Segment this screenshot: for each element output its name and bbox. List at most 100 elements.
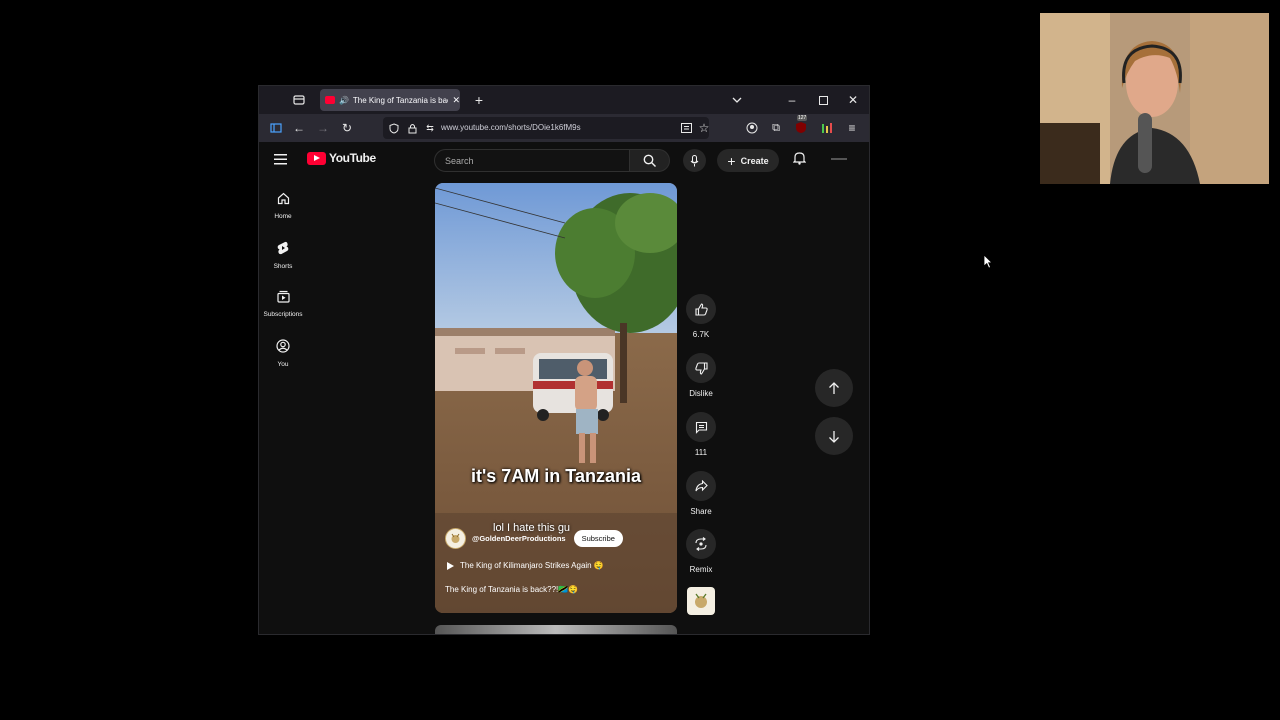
sidebar-item-shorts[interactable]: Shorts: [259, 241, 307, 270]
browser-window: 🔊 The King of Tanzania is back ✕ + – ✕ ←…: [258, 85, 870, 635]
notifications-bell-icon[interactable]: [792, 151, 807, 170]
avatar-loading-indicator: [831, 158, 847, 160]
remix-action[interactable]: Remix: [686, 529, 716, 574]
short-video-player[interactable]: it's 7AM in Tanzania lol I hate this gu …: [435, 183, 677, 613]
like-action[interactable]: 6.7K: [686, 294, 716, 339]
share-button[interactable]: [686, 471, 716, 501]
sidebar-item-label: Shorts: [273, 263, 293, 270]
remix-label: Remix: [689, 565, 713, 574]
reload-icon[interactable]: ↻: [338, 119, 356, 137]
shorts-icon: [277, 241, 289, 255]
like-count: 6.7K: [692, 330, 710, 339]
thumbs-down-icon: [694, 361, 708, 375]
previous-short-button[interactable]: [815, 369, 853, 407]
youtube-favicon-icon: [325, 96, 335, 104]
tab-list-icon[interactable]: [290, 91, 308, 109]
sidebar-item-subscriptions[interactable]: Subscriptions: [259, 290, 307, 318]
speaker-icon[interactable]: 🔊: [339, 96, 349, 105]
sidebar-toggle-icon[interactable]: [267, 119, 285, 137]
share-action[interactable]: Share: [686, 471, 716, 516]
thumbs-up-icon: [694, 302, 708, 316]
share-label: Share: [690, 507, 712, 516]
close-tab-icon[interactable]: ✕: [452, 95, 460, 106]
lock-icon[interactable]: [403, 119, 421, 137]
navigation-bar: ← → ↻ ⇆ www.youtube.com/shorts/DOie1k6fM…: [259, 114, 869, 142]
new-tab-icon[interactable]: +: [470, 91, 488, 109]
sidebar-item-label: Subscriptions: [263, 311, 303, 318]
deer-logo-icon: [451, 533, 460, 543]
tab-bar: 🔊 The King of Tanzania is back ✕ + – ✕: [259, 86, 869, 114]
search-placeholder: Search: [445, 156, 474, 166]
search-icon: [643, 154, 656, 167]
webcam-feed: [1040, 13, 1269, 184]
youtube-page: YouTube Search + Create Home Shorts Subs…: [259, 142, 869, 634]
extension-badge: 127: [797, 115, 808, 121]
home-icon: [277, 192, 289, 205]
mouse-cursor-icon: [983, 254, 993, 274]
next-short-button[interactable]: [815, 417, 853, 455]
sidebar-item-label: You: [277, 361, 289, 368]
youtube-logo-text: YouTube: [329, 151, 376, 165]
comment-icon: [695, 421, 707, 434]
forward-icon[interactable]: →: [314, 119, 332, 137]
subscriptions-icon: [276, 290, 290, 303]
menu-icon[interactable]: ≡: [843, 119, 861, 137]
bookmark-star-icon[interactable]: ☆: [695, 119, 713, 137]
equalizer-icon[interactable]: [818, 119, 836, 137]
channel-avatar[interactable]: [445, 527, 466, 549]
video-caption-main: it's 7AM in Tanzania: [471, 466, 641, 486]
youtube-logo[interactable]: YouTube: [307, 151, 376, 165]
sidebar-item-home[interactable]: Home: [259, 192, 307, 220]
dislike-button[interactable]: [686, 353, 716, 383]
next-short-preview[interactable]: [435, 625, 677, 634]
search-input[interactable]: Search: [434, 149, 630, 172]
dislike-label: Dislike: [689, 389, 713, 398]
comments-action[interactable]: 111: [686, 412, 716, 457]
extensions-icon[interactable]: ⧉: [767, 119, 785, 137]
dislike-action[interactable]: Dislike: [686, 353, 716, 398]
video-description[interactable]: The King of Tanzania is back??!🇹🇿🤤: [445, 585, 578, 594]
voice-search-button[interactable]: [683, 149, 706, 172]
remix-button[interactable]: [686, 529, 716, 559]
ublock-icon[interactable]: 127: [792, 115, 810, 136]
address-bar[interactable]: ⇆ www.youtube.com/shorts/DOie1k6fM9s ☆: [383, 117, 709, 139]
search-button[interactable]: [629, 149, 670, 172]
youtube-logo-icon: [307, 151, 326, 165]
channel-row: @GoldenDeerProductions Subscribe: [445, 527, 665, 549]
arrow-down-icon: [829, 430, 839, 443]
share-arrow-icon: [694, 480, 708, 492]
reader-view-icon[interactable]: [677, 119, 695, 137]
create-button[interactable]: + Create: [717, 149, 779, 172]
microphone-icon: [690, 154, 699, 166]
deer-logo-icon: [695, 593, 707, 608]
close-window-icon[interactable]: ✕: [844, 91, 862, 109]
sound-title: The King of Kilimanjaro Strikes Again 🤤: [460, 561, 604, 570]
active-tab[interactable]: 🔊 The King of Tanzania is back ✕: [320, 89, 460, 111]
chevron-down-icon[interactable]: [728, 91, 746, 109]
sidebar-item-label: Home: [274, 213, 292, 220]
comment-count: 111: [694, 448, 708, 457]
back-icon[interactable]: ←: [290, 119, 308, 137]
channel-name[interactable]: @GoldenDeerProductions: [472, 534, 566, 543]
create-label: Create: [740, 155, 769, 166]
shield-icon[interactable]: [385, 119, 403, 137]
sound-thumbnail[interactable]: [687, 587, 715, 615]
maximize-icon[interactable]: [814, 91, 832, 109]
tab-title: The King of Tanzania is back: [352, 95, 449, 105]
remix-icon: [695, 537, 707, 551]
comments-button[interactable]: [686, 412, 716, 442]
subscribe-button[interactable]: Subscribe: [573, 529, 623, 547]
webcam-overlay: [1040, 13, 1269, 184]
minimize-icon[interactable]: –: [783, 91, 801, 109]
permissions-icon[interactable]: ⇆: [421, 119, 439, 137]
you-icon: [276, 339, 290, 353]
like-button[interactable]: [686, 294, 716, 324]
plus-icon: +: [727, 152, 736, 169]
arrow-up-icon: [829, 381, 839, 394]
sidebar-item-you[interactable]: You: [259, 339, 307, 368]
guide-menu-icon[interactable]: [274, 152, 287, 170]
account-icon[interactable]: [743, 119, 761, 137]
url-text: www.youtube.com/shorts/DOie1k6fM9s: [441, 123, 581, 132]
sound-title-row[interactable]: The King of Kilimanjaro Strikes Again 🤤: [447, 561, 604, 570]
play-icon: [447, 561, 454, 570]
